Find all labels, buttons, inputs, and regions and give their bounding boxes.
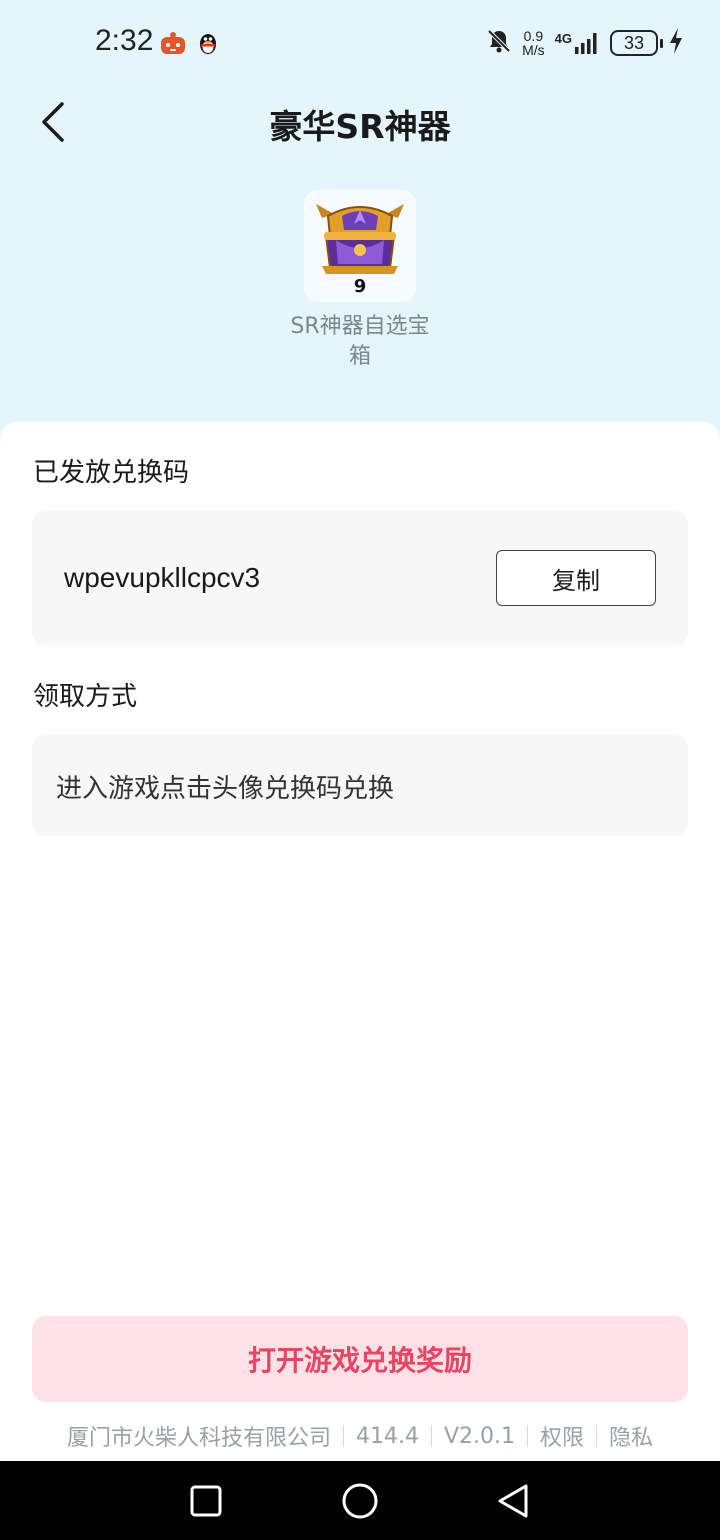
footer-divider xyxy=(596,1425,598,1447)
redeem-code[interactable]: wpevupkllcpcv3 xyxy=(64,562,260,594)
network-speed-value: 0.9 xyxy=(523,28,544,44)
home-circle-icon[interactable] xyxy=(338,1479,382,1523)
footer-divider xyxy=(342,1425,344,1447)
footer-company: 厦门市火柴人科技有限公司 xyxy=(66,1426,331,1451)
open-game-redeem-button[interactable]: 打开游戏兑换奖励 xyxy=(32,1316,688,1402)
status-time: 2:32 xyxy=(95,24,154,57)
charging-icon xyxy=(668,27,684,59)
app-notification-icon xyxy=(160,30,186,56)
footer-number: 414.4 xyxy=(355,1423,419,1449)
recents-square-icon[interactable] xyxy=(184,1479,228,1523)
method-section-title: 领取方式 xyxy=(33,682,138,712)
redeem-section-title: 已发放兑换码 xyxy=(33,458,190,488)
footer: 厦门市火柴人科技有限公司 414.4 V2.0.1 权限 隐私 xyxy=(0,1420,720,1452)
reward-item-card[interactable]: 9 xyxy=(304,190,416,302)
redeem-code-box: wpevupkllcpcv3 复制 xyxy=(32,510,688,646)
page-title: 豪华SR神器 xyxy=(269,107,451,146)
network-speed: 0.9 M/s xyxy=(522,29,545,57)
network-type: 4G xyxy=(554,31,572,46)
signal-icon: 4G xyxy=(555,31,600,55)
system-nav-bar xyxy=(0,1461,720,1540)
mute-bell-icon xyxy=(486,28,512,58)
network-speed-unit: M/s xyxy=(522,42,545,58)
status-bar: 2:32 0.9 M/s 4G 33 xyxy=(0,0,720,86)
status-indicators: 0.9 M/s 4G 33 xyxy=(486,28,684,58)
reward-count: 9 xyxy=(353,276,367,297)
footer-divider xyxy=(430,1425,432,1447)
footer-privacy-link[interactable]: 隐私 xyxy=(609,1420,653,1452)
footer-permissions-link[interactable]: 权限 xyxy=(540,1420,584,1452)
back-triangle-icon[interactable] xyxy=(492,1479,536,1523)
battery-indicator: 33 xyxy=(610,30,663,56)
method-box: 进入游戏点击头像兑换码兑换 xyxy=(32,734,688,836)
qq-penguin-icon xyxy=(195,30,221,56)
footer-version: V2.0.1 xyxy=(443,1423,515,1449)
footer-divider xyxy=(527,1425,528,1447)
copy-button[interactable]: 复制 xyxy=(496,550,656,606)
reward-name: SR神器自选宝箱 xyxy=(290,314,430,369)
method-text: 进入游戏点击头像兑换码兑换 xyxy=(56,774,395,804)
